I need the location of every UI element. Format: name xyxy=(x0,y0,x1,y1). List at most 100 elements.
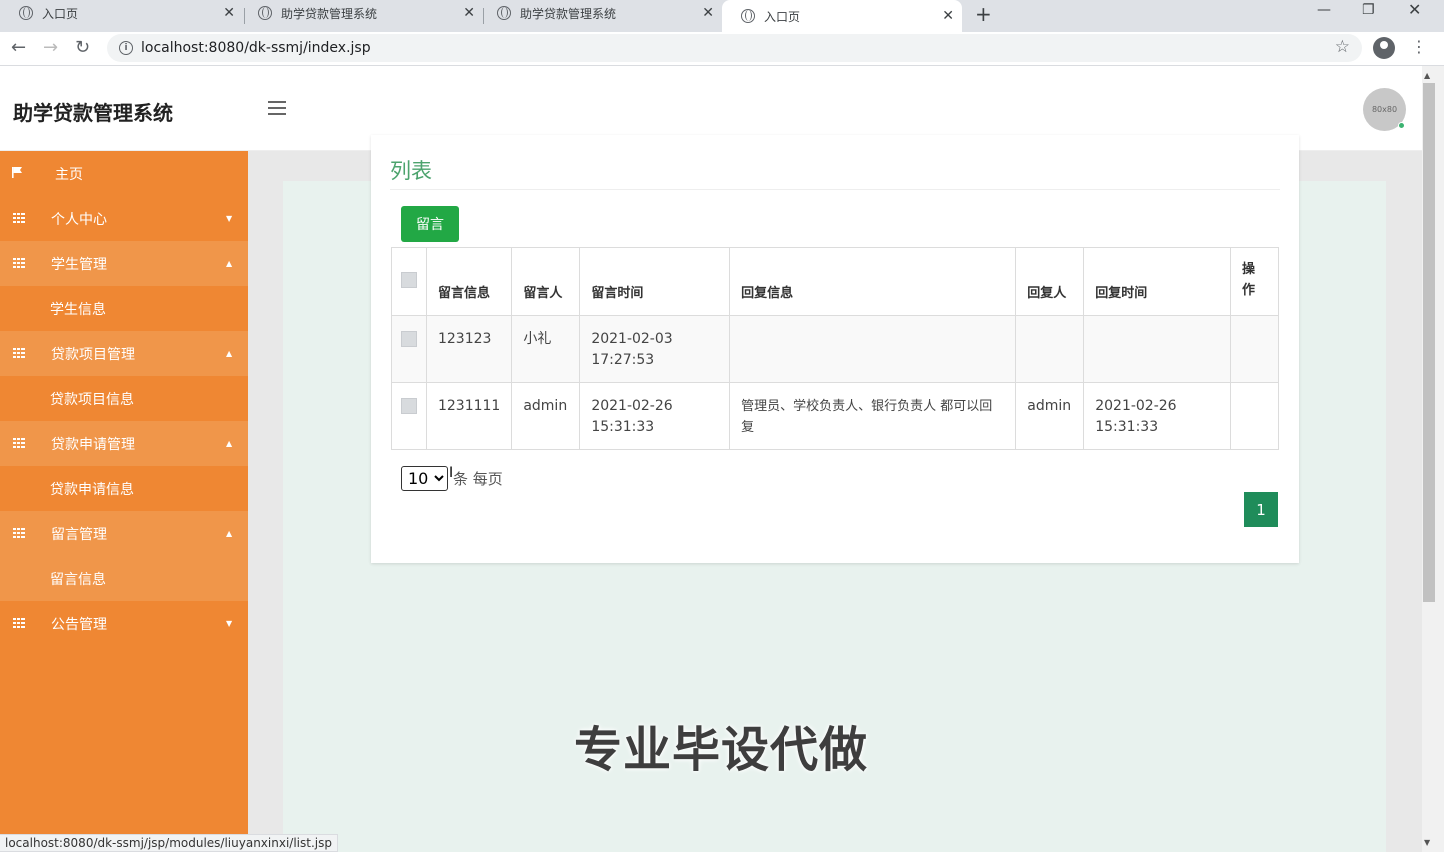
table-row[interactable]: 1231111 admin 2021-02-26 15:31:33 管理员、学校… xyxy=(391,382,1279,450)
sidebar-item-loan-project-management[interactable]: 贷款项目管理 ▲ xyxy=(0,331,248,376)
sidebar-item-label: 贷款项目管理 xyxy=(51,346,135,363)
sidebar-item-label: 留言管理 xyxy=(51,526,107,543)
cell-replier xyxy=(1015,315,1085,383)
globe-icon xyxy=(741,9,755,23)
column-header[interactable]: 回复时间 xyxy=(1083,247,1231,316)
browser-tab-1[interactable]: 入口页 ✕ xyxy=(0,0,243,26)
hamburger-icon[interactable] xyxy=(268,101,286,115)
table-header-row: 留言信息 留言人 留言时间 回复信息 回复人 回复时间 操作 xyxy=(391,247,1279,316)
divider xyxy=(390,189,1280,190)
grid-icon xyxy=(13,438,25,448)
tab-title: 助学贷款管理系统 xyxy=(520,6,617,21)
row-checkbox[interactable] xyxy=(400,331,417,347)
url-input[interactable]: i localhost:8080/dk-ssmj/index.jsp ☆ xyxy=(107,34,1362,62)
grid-icon xyxy=(13,528,25,538)
close-icon[interactable]: ✕ xyxy=(223,5,235,21)
column-header[interactable]: 回复信息 xyxy=(729,247,1017,316)
cell-reply xyxy=(729,315,1017,383)
grid-icon xyxy=(13,213,25,223)
sidebar-item-label: 贷款申请信息 xyxy=(50,481,134,498)
address-bar: ← → ↻ i localhost:8080/dk-ssmj/index.jsp… xyxy=(0,32,1444,66)
table-row[interactable]: 123123 小礼 2021-02-03 17:27:53 xyxy=(391,315,1279,383)
text-cursor-icon: I xyxy=(449,465,454,481)
caret-down-icon: ▼ xyxy=(226,214,233,223)
close-icon[interactable]: ✕ xyxy=(942,8,954,24)
window-close-icon[interactable]: ✕ xyxy=(1408,0,1421,19)
sidebar-subitem-student-info[interactable]: 学生信息 xyxy=(0,286,248,331)
browser-tab-strip: 入口页 ✕ 助学贷款管理系统 ✕ 助学贷款管理系统 ✕ 入口页 ✕ + — ❐ … xyxy=(0,0,1444,32)
scroll-down-icon[interactable]: ▼ xyxy=(1424,838,1430,847)
back-icon[interactable]: ← xyxy=(11,37,26,58)
column-header[interactable]: 操作 xyxy=(1230,247,1279,316)
watermark-text: 专业毕设代做 xyxy=(574,722,869,778)
cell-author: admin xyxy=(511,382,581,450)
browser-tab-2[interactable]: 助学贷款管理系统 ✕ xyxy=(239,0,483,26)
sidebar-item-notice-management[interactable]: 公告管理 ▼ xyxy=(0,601,248,646)
cell-time: 2021-02-03 17:27:53 xyxy=(579,315,731,383)
sidebar-subitem-message-info[interactable]: 留言信息 xyxy=(0,556,248,601)
add-message-button[interactable]: 留言 xyxy=(401,206,459,242)
globe-icon xyxy=(258,6,272,20)
sidebar-item-loan-application-management[interactable]: 贷款申请管理 ▲ xyxy=(0,421,248,466)
sidebar: 主页 个人中心 ▼ 学生管理 ▲ 学生信息 贷款项目管理 ▲ 贷款项目信息 贷款… xyxy=(0,151,248,852)
sidebar-item-message-management[interactable]: 留言管理 ▲ xyxy=(0,511,248,556)
select-all-cell xyxy=(391,247,427,316)
grid-icon xyxy=(13,618,25,628)
sidebar-subitem-loan-project-info[interactable]: 贷款项目信息 xyxy=(0,376,248,421)
cell-replier: admin xyxy=(1015,382,1085,450)
grid-icon xyxy=(13,348,25,358)
restore-icon[interactable]: ❐ xyxy=(1362,2,1375,18)
sidebar-item-label: 公告管理 xyxy=(51,616,107,633)
column-header[interactable]: 回复人 xyxy=(1015,247,1085,316)
scrollbar-thumb[interactable] xyxy=(1423,83,1435,602)
sidebar-item-label: 贷款申请管理 xyxy=(51,436,135,453)
sidebar-subitem-loan-application-info[interactable]: 贷款申请信息 xyxy=(0,466,248,511)
pagination-page-button[interactable]: 1 xyxy=(1244,492,1278,527)
sidebar-item-student-management[interactable]: 学生管理 ▲ xyxy=(0,241,248,286)
menu-kebab-icon[interactable]: ⋮ xyxy=(1411,37,1427,56)
cell-reply: 管理员、学校负责人、银行负责人 都可以回复 xyxy=(729,382,1017,450)
minimize-icon[interactable]: — xyxy=(1317,2,1331,18)
sidebar-item-home[interactable]: 主页 xyxy=(0,151,248,196)
cell-reply-time xyxy=(1083,315,1231,383)
sidebar-item-label: 贷款项目信息 xyxy=(50,391,134,408)
browser-tab-3[interactable]: 助学贷款管理系统 ✕ xyxy=(478,0,722,26)
tab-title: 助学贷款管理系统 xyxy=(281,6,378,21)
column-header[interactable]: 留言时间 xyxy=(579,247,731,316)
scroll-up-icon[interactable]: ▲ xyxy=(1424,71,1430,80)
grid-icon xyxy=(13,258,25,268)
profile-icon[interactable] xyxy=(1373,37,1395,59)
new-tab-icon[interactable]: + xyxy=(975,2,992,26)
cell-actions xyxy=(1230,315,1279,383)
page-size-select[interactable]: 10 xyxy=(401,466,448,491)
browser-tab-4-active[interactable]: 入口页 ✕ xyxy=(722,0,962,32)
info-icon[interactable]: i xyxy=(119,41,133,55)
forward-icon[interactable]: → xyxy=(43,37,58,58)
bookmark-star-icon[interactable]: ☆ xyxy=(1335,37,1350,57)
caret-up-icon: ▲ xyxy=(226,349,233,358)
close-icon[interactable]: ✕ xyxy=(463,5,475,21)
caret-up-icon: ▲ xyxy=(226,259,233,268)
row-select-cell xyxy=(391,315,427,383)
sidebar-item-label: 主页 xyxy=(55,166,83,183)
column-header[interactable]: 留言人 xyxy=(511,247,581,316)
flag-icon xyxy=(12,167,22,178)
panel-title: 列表 xyxy=(390,159,432,183)
row-checkbox[interactable] xyxy=(400,398,417,414)
tab-title: 入口页 xyxy=(764,9,801,24)
sidebar-item-personal-center[interactable]: 个人中心 ▼ xyxy=(0,196,248,241)
globe-icon xyxy=(19,6,33,20)
close-icon[interactable]: ✕ xyxy=(702,5,714,21)
select-all-checkbox[interactable] xyxy=(400,271,417,288)
brand-title: 助学贷款管理系统 xyxy=(13,101,173,125)
caret-up-icon: ▲ xyxy=(226,439,233,448)
row-select-cell xyxy=(391,382,427,450)
reload-icon[interactable]: ↻ xyxy=(75,37,90,58)
online-status-dot xyxy=(1398,122,1405,129)
cell-reply-time: 2021-02-26 15:31:33 xyxy=(1083,382,1231,450)
cell-time: 2021-02-26 15:31:33 xyxy=(579,382,731,450)
sidebar-item-label: 个人中心 xyxy=(51,211,107,228)
cell-author: 小礼 xyxy=(511,315,581,383)
column-header[interactable]: 留言信息 xyxy=(425,247,513,316)
caret-up-icon: ▲ xyxy=(226,529,233,538)
